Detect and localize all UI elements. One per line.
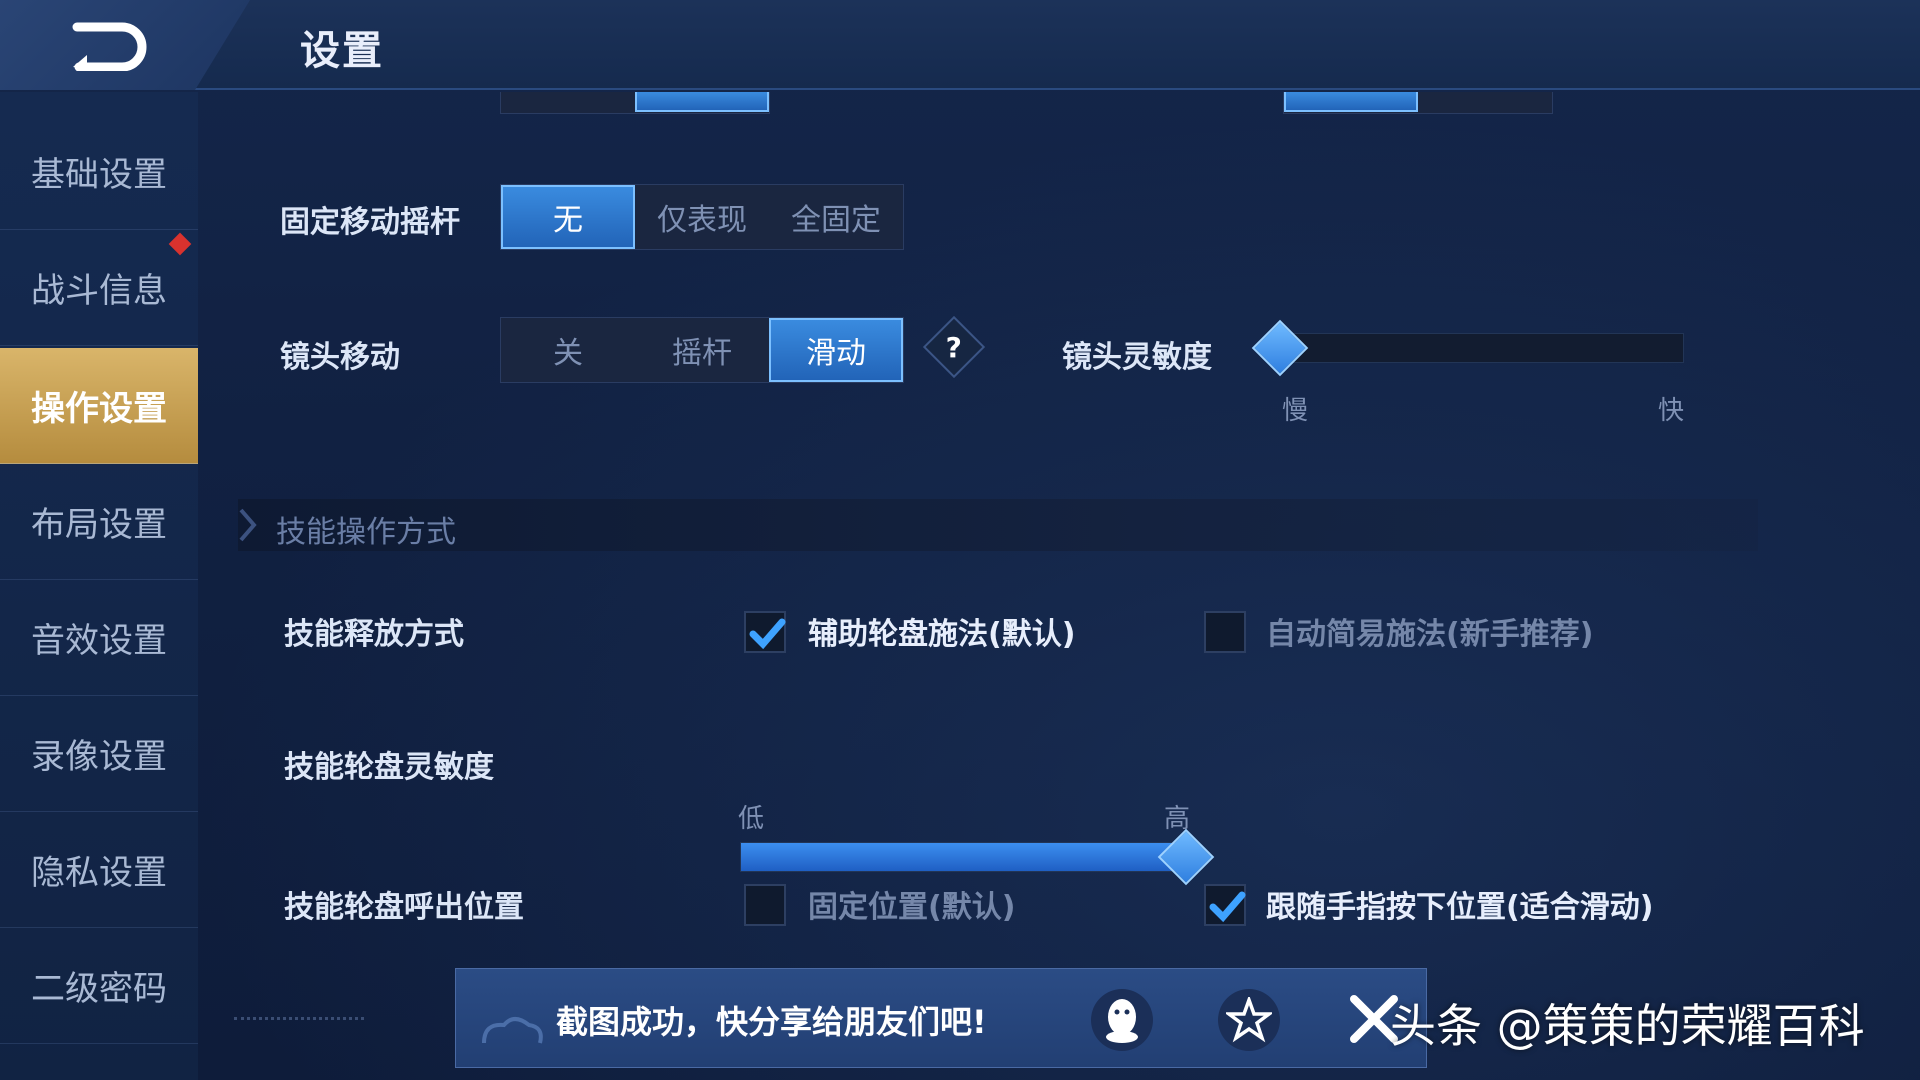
sidebar-item-basic[interactable]: 基础设置	[0, 114, 198, 230]
header-bar: 设置	[0, 0, 1920, 90]
back-arrow-icon	[72, 22, 147, 71]
screenshot-toast: 截图成功，快分享给朋友们吧!	[455, 968, 1427, 1068]
skill-wheel-position-label: 技能轮盘呼出位置	[284, 890, 524, 925]
skill-wheel-fixed-label[interactable]: 固定位置(默认)	[808, 882, 1015, 926]
camera-sensitivity-label: 镜头灵敏度	[1062, 340, 1212, 375]
sidebar-item-battle-info[interactable]: 战斗信息	[0, 230, 198, 346]
checkmark-icon	[1209, 891, 1246, 923]
partial-toggle-left[interactable]	[500, 92, 770, 114]
skill-wheel-sensitivity-knob[interactable]	[1157, 828, 1215, 886]
camera-sensitivity-slider[interactable]	[1280, 333, 1684, 363]
camera-move-option-joystick[interactable]: 摇杆	[635, 318, 769, 382]
qzone-icon	[1226, 997, 1272, 1043]
sidebar: 基础设置 战斗信息 操作设置 布局设置 音效设置 录像设置 隐私设置 二级密码	[0, 92, 198, 1080]
camera-sensitivity-max-label: 快	[1658, 396, 1685, 426]
settings-content: 固定移动摇杆 无 仅表现 全固定 镜头移动 关 摇杆 滑动 ? 镜头灵敏度 慢 …	[198, 92, 1920, 1080]
partial-toggle-right[interactable]	[1283, 92, 1553, 114]
camera-move-toggle: 关 摇杆 滑动	[500, 317, 904, 383]
skill-release-assist-checkbox[interactable]	[744, 611, 786, 653]
skill-section-title: 技能操作方式	[276, 515, 456, 550]
camera-move-option-off[interactable]: 关	[501, 318, 635, 382]
chevron-right-icon	[239, 508, 257, 542]
fixed-joystick-option-full[interactable]: 全固定	[769, 185, 903, 249]
settings-screen: 设置 基础设置 战斗信息 操作设置 布局设置 音效设置 录像设置 隐私设置 二级…	[0, 0, 1920, 1080]
skill-release-assist-label[interactable]: 辅助轮盘施法(默认)	[808, 609, 1075, 653]
checkmark-icon	[749, 618, 786, 650]
sidebar-item-layout[interactable]: 布局设置	[0, 464, 198, 580]
sidebar-item-password[interactable]: 二级密码	[0, 928, 198, 1044]
fixed-joystick-option-none[interactable]: 无	[501, 185, 635, 249]
sidebar-item-sound[interactable]: 音效设置	[0, 580, 198, 696]
skill-release-auto-label[interactable]: 自动简易施法(新手推荐)	[1266, 609, 1593, 653]
skill-wheel-sensitivity-label: 技能轮盘灵敏度	[284, 750, 494, 785]
fixed-joystick-toggle: 无 仅表现 全固定	[500, 184, 904, 250]
skill-wheel-sensitivity-min-label: 低	[738, 804, 765, 834]
qzone-share-button[interactable]	[1218, 989, 1280, 1051]
fixed-joystick-option-visual[interactable]: 仅表现	[635, 185, 769, 249]
sidebar-item-privacy[interactable]: 隐私设置	[0, 812, 198, 928]
skill-section-header: 技能操作方式	[238, 499, 1758, 551]
qq-icon	[1106, 999, 1138, 1043]
camera-move-label: 镜头移动	[280, 340, 400, 375]
watermark: 头条 @策策的荣耀百科	[1390, 999, 1865, 1053]
camera-sensitivity-min-label: 慢	[1282, 396, 1309, 426]
fixed-joystick-label: 固定移动摇杆	[280, 205, 460, 240]
skill-wheel-sensitivity-fill	[741, 843, 1187, 871]
cloud-swirl-icon	[482, 1017, 543, 1044]
toast-message: 截图成功，快分享给朋友们吧!	[556, 1003, 987, 1041]
help-icon[interactable]: ?	[922, 315, 986, 379]
page-title: 设置	[300, 28, 384, 74]
skill-wheel-sensitivity-slider[interactable]	[740, 842, 1187, 872]
skill-wheel-fixed-checkbox[interactable]	[744, 884, 786, 926]
partial-row-label	[234, 1017, 364, 1021]
sidebar-item-controls[interactable]: 操作设置	[0, 348, 198, 464]
camera-move-option-swipe[interactable]: 滑动	[769, 318, 903, 382]
skill-release-label: 技能释放方式	[284, 617, 464, 652]
back-button[interactable]	[62, 14, 162, 74]
qq-share-button[interactable]	[1091, 989, 1153, 1051]
skill-wheel-follow-checkbox[interactable]	[1204, 884, 1246, 926]
sidebar-item-replay[interactable]: 录像设置	[0, 696, 198, 812]
skill-wheel-sensitivity-max-label: 高	[1164, 804, 1191, 834]
skill-release-auto-checkbox[interactable]	[1204, 611, 1246, 653]
camera-sensitivity-knob[interactable]	[1251, 319, 1309, 377]
skill-wheel-follow-label[interactable]: 跟随手指按下位置(适合滑动)	[1266, 882, 1653, 926]
